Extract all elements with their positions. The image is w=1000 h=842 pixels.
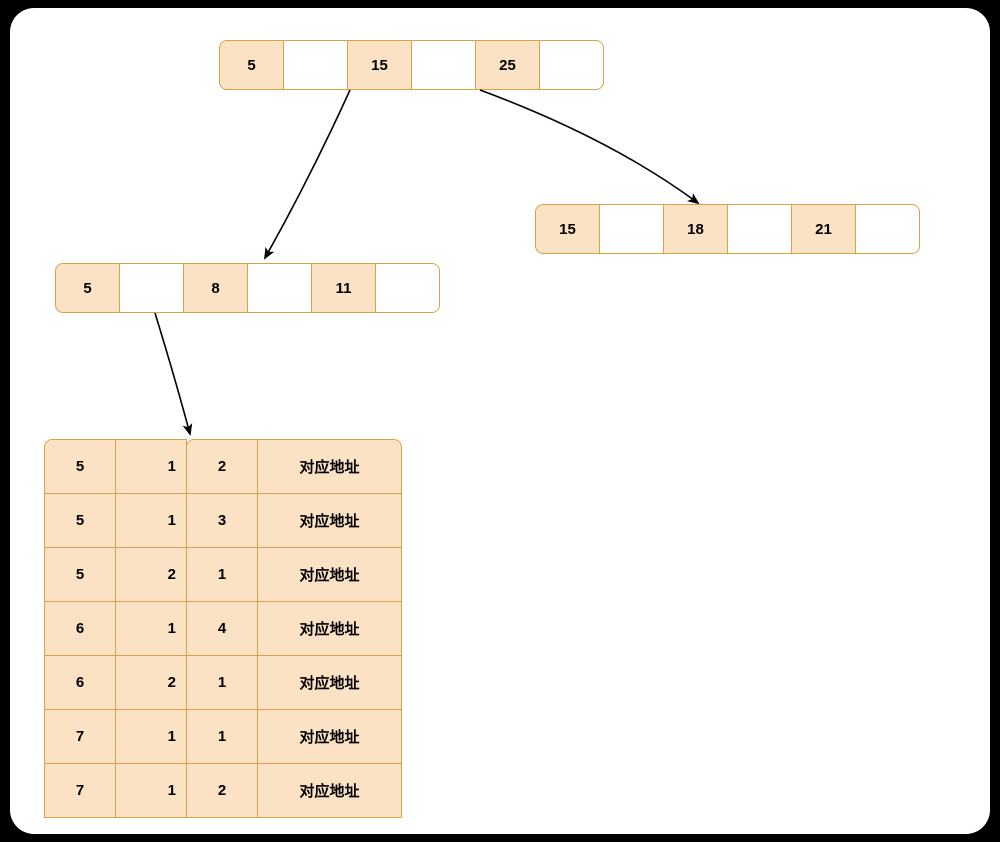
table-cell: 6 [44, 655, 116, 710]
arrow-left-to-table [155, 313, 190, 434]
table-cell: 1 [115, 601, 187, 656]
arrow-root-to-left [265, 90, 350, 258]
root-node: 5 15 25 [219, 40, 604, 90]
left_node-slot-1 [119, 263, 184, 313]
left-child-node: 5 8 11 [55, 263, 440, 313]
table-cell: 对应地址 [257, 709, 402, 764]
leaf-table: 512对应地址513对应地址521对应地址614对应地址621对应地址711对应… [45, 440, 402, 818]
table-cell: 1 [115, 493, 187, 548]
table-cell: 4 [186, 601, 258, 656]
table-cell: 对应地址 [257, 655, 402, 710]
left_node-slot-2: 8 [183, 263, 248, 313]
table-cell: 2 [186, 439, 258, 494]
table-row: 513对应地址 [45, 494, 402, 548]
right_node-slot-4: 21 [791, 204, 856, 254]
right_node-slot-5 [855, 204, 920, 254]
right_node-slot-3 [727, 204, 792, 254]
table-cell: 1 [186, 709, 258, 764]
table-cell: 7 [44, 763, 116, 818]
right_node-slot-2: 18 [663, 204, 728, 254]
root_node-slot-2: 15 [347, 40, 412, 90]
table-row: 512对应地址 [45, 440, 402, 494]
table-cell: 1 [115, 439, 187, 494]
table-row: 521对应地址 [45, 548, 402, 602]
left_node-slot-3 [247, 263, 312, 313]
arrow-root-to-right [480, 90, 698, 203]
table-row: 712对应地址 [45, 764, 402, 818]
table-cell: 2 [186, 763, 258, 818]
table-row: 621对应地址 [45, 656, 402, 710]
table-row: 711对应地址 [45, 710, 402, 764]
table-row: 614对应地址 [45, 602, 402, 656]
right_node-slot-1 [599, 204, 664, 254]
table-cell: 5 [44, 439, 116, 494]
table-cell: 6 [44, 601, 116, 656]
table-cell: 5 [44, 493, 116, 548]
table-cell: 对应地址 [257, 601, 402, 656]
table-cell: 5 [44, 547, 116, 602]
table-cell: 对应地址 [257, 547, 402, 602]
left_node-slot-0: 5 [55, 263, 120, 313]
table-cell: 1 [186, 547, 258, 602]
diagram-canvas: 51525 151821 5811 512对应地址513对应地址521对应地址6… [10, 8, 990, 834]
root_node-slot-1 [283, 40, 348, 90]
left_node-slot-5 [375, 263, 440, 313]
table-cell: 对应地址 [257, 493, 402, 548]
table-cell: 1 [115, 709, 187, 764]
table-cell: 3 [186, 493, 258, 548]
table-cell: 2 [115, 655, 187, 710]
left_node-slot-4: 11 [311, 263, 376, 313]
table-cell: 1 [186, 655, 258, 710]
table-cell: 1 [115, 763, 187, 818]
root_node-slot-5 [539, 40, 604, 90]
right_node-slot-0: 15 [535, 204, 600, 254]
root_node-slot-3 [411, 40, 476, 90]
table-cell: 对应地址 [257, 763, 402, 818]
table-cell: 7 [44, 709, 116, 764]
root_node-slot-4: 25 [475, 40, 540, 90]
right-child-node: 15 18 21 [535, 204, 920, 254]
root_node-slot-0: 5 [219, 40, 284, 90]
table-cell: 对应地址 [257, 439, 402, 494]
table-cell: 2 [115, 547, 187, 602]
